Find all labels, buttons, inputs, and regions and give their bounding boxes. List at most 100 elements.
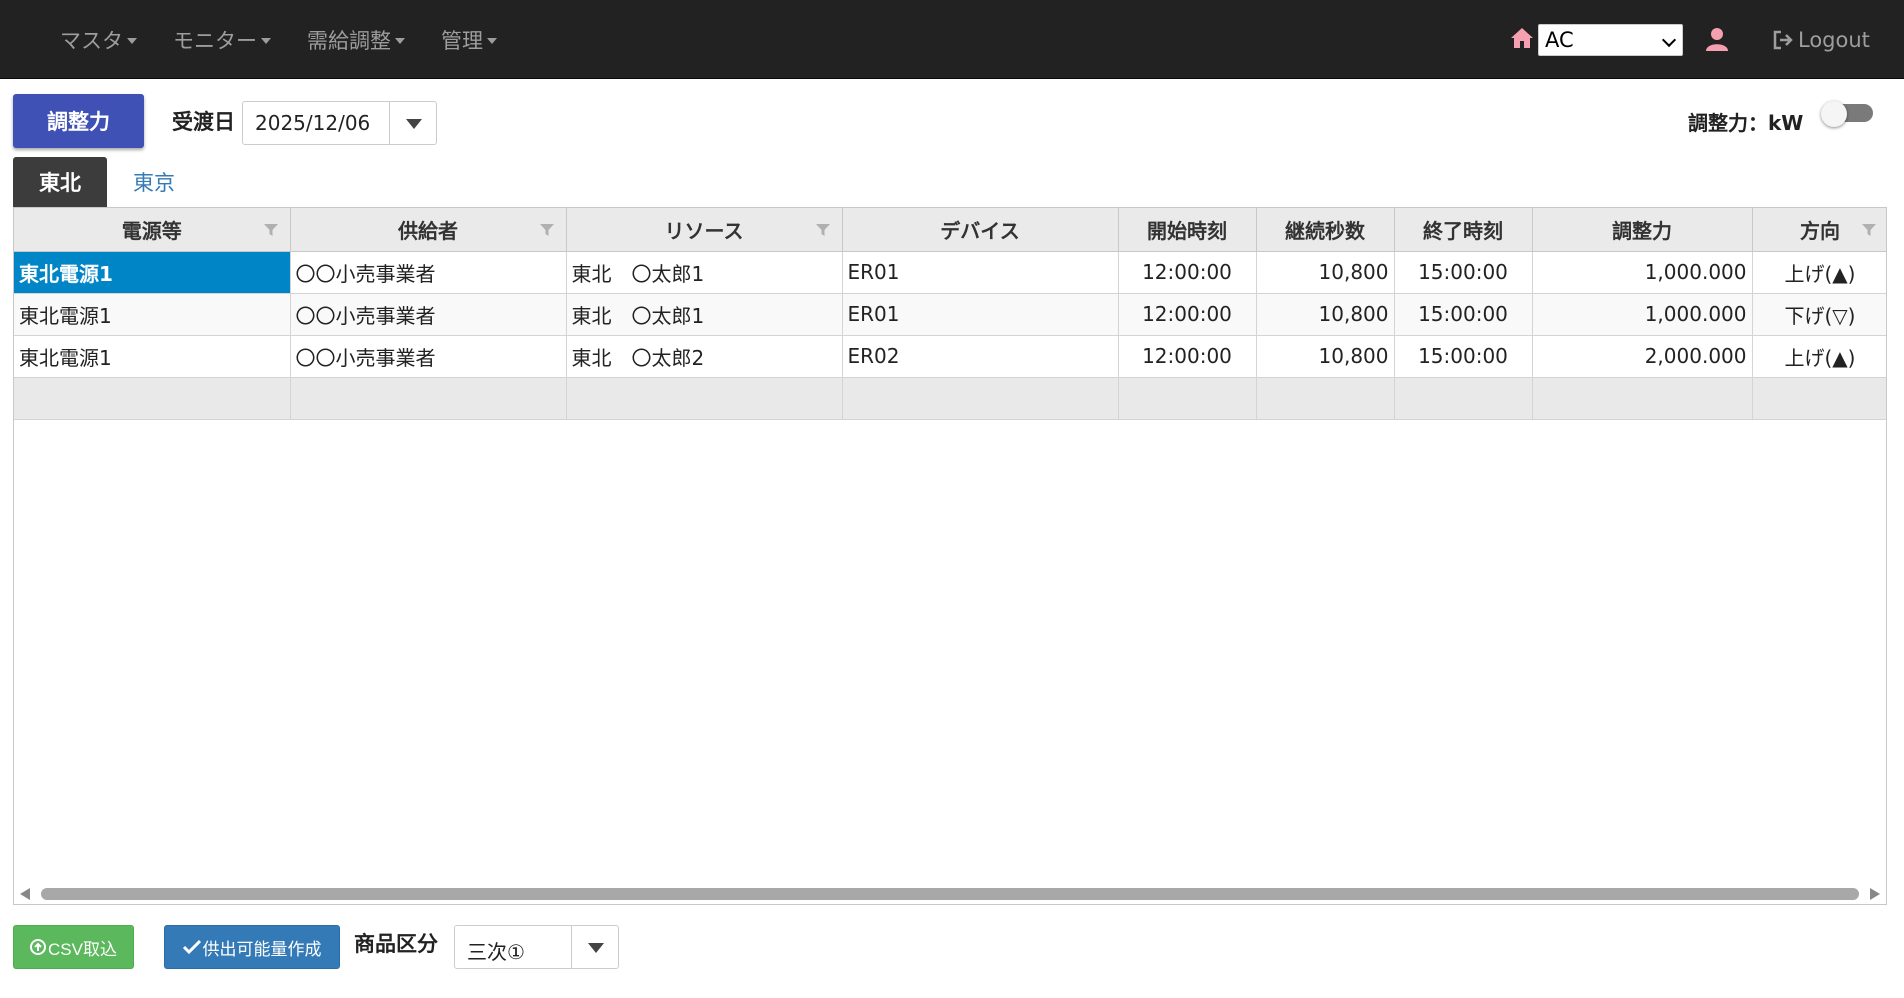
chevron-down-icon — [1661, 32, 1677, 48]
delivery-date-value: 2025/12/06 — [255, 111, 371, 135]
column-header-source[interactable]: 電源等 — [14, 208, 291, 252]
caret-down-icon — [395, 38, 405, 44]
caret-down-icon — [487, 38, 497, 44]
cell-direction[interactable]: 下げ(▽) — [1752, 293, 1886, 336]
column-header-label: リソース — [664, 218, 744, 243]
nav-menu-admin-label: 管理 — [441, 28, 483, 53]
column-header-resource[interactable]: リソース — [566, 208, 843, 252]
cell-supplier[interactable]: 〇〇小売事業者 — [290, 335, 567, 378]
unit-toggle[interactable] — [1821, 101, 1873, 127]
logout-link[interactable]: Logout — [1772, 24, 1870, 56]
cell-end[interactable]: 15:00:00 — [1394, 293, 1533, 336]
table-row[interactable]: 東北電源1 〇〇小売事業者 東北 〇太郎1 ER01 12:00:00 10,8… — [14, 251, 1886, 294]
tab-tokyo[interactable]: 東京 — [107, 157, 201, 207]
filter-icon[interactable] — [1861, 223, 1876, 237]
scroll-left-icon[interactable] — [20, 888, 30, 900]
column-header-label: 調整力 — [1612, 218, 1672, 243]
date-dropdown-button[interactable] — [389, 102, 436, 144]
tab-tohoku[interactable]: 東北 — [13, 157, 107, 207]
product-dropdown-button[interactable] — [571, 926, 618, 968]
cell-empty[interactable] — [1256, 377, 1395, 420]
nav-menu: マスタ モニター 需給調整 管理 — [42, 0, 515, 79]
cell-start[interactable]: 12:00:00 — [1118, 335, 1257, 378]
filter-icon[interactable] — [263, 223, 278, 237]
cell-duration[interactable]: 10,800 — [1256, 251, 1395, 294]
logout-icon — [1773, 30, 1793, 50]
org-select[interactable]: AC — [1538, 24, 1683, 56]
cell-capacity[interactable]: 1,000.000 — [1532, 293, 1753, 336]
cell-device[interactable]: ER01 — [842, 293, 1119, 336]
cell-supplier[interactable]: 〇〇小売事業者 — [290, 293, 567, 336]
column-header-device[interactable]: デバイス — [842, 208, 1119, 252]
cell-resource[interactable]: 東北 〇太郎1 — [566, 251, 843, 294]
csv-import-button[interactable]: CSV取込 — [13, 925, 134, 969]
data-grid[interactable]: 電源等 供給者 リソース デバイス 開始時刻 継続秒数 終了時刻 調整力 方向 … — [13, 207, 1887, 905]
column-header-start[interactable]: 開始時刻 — [1118, 208, 1257, 252]
column-header-end[interactable]: 終了時刻 — [1394, 208, 1533, 252]
cell-start[interactable]: 12:00:00 — [1118, 251, 1257, 294]
cell-source[interactable]: 東北電源1 — [14, 335, 291, 378]
cell-resource[interactable]: 東北 〇太郎1 — [566, 293, 843, 336]
column-header-label: 電源等 — [121, 218, 182, 243]
cell-supplier[interactable]: 〇〇小売事業者 — [290, 251, 567, 294]
nav-menu-monitor[interactable]: モニター — [155, 25, 289, 55]
caret-down-icon — [127, 38, 137, 44]
scroll-right-icon[interactable] — [1870, 888, 1880, 900]
triangle-down-icon — [406, 119, 422, 129]
cell-device[interactable]: ER01 — [842, 251, 1119, 294]
filter-icon[interactable] — [815, 223, 830, 237]
column-header-label: デバイス — [940, 218, 1020, 243]
column-header-supplier[interactable]: 供給者 — [290, 208, 567, 252]
cell-empty[interactable] — [842, 377, 1119, 420]
cell-empty[interactable] — [1118, 377, 1257, 420]
cell-capacity[interactable]: 2,000.000 — [1532, 335, 1753, 378]
nav-menu-supply-demand[interactable]: 需給調整 — [289, 25, 423, 55]
horizontal-scrollbar[interactable] — [14, 884, 1886, 904]
column-header-label: 方向 — [1800, 218, 1840, 243]
column-header-duration[interactable]: 継続秒数 — [1256, 208, 1395, 252]
new-row[interactable] — [14, 377, 1886, 420]
toggle-knob — [1821, 101, 1847, 127]
delivery-date-label: 受渡日 — [172, 110, 235, 134]
adjust-button[interactable]: 調整力 — [13, 94, 144, 148]
cell-end[interactable]: 15:00:00 — [1394, 335, 1533, 378]
product-category-select[interactable]: 三次① — [454, 925, 619, 969]
column-header-direction[interactable]: 方向 — [1752, 208, 1886, 252]
logout-label: Logout — [1798, 28, 1870, 52]
cell-device[interactable]: ER02 — [842, 335, 1119, 378]
user-icon[interactable] — [1706, 27, 1728, 51]
table-row[interactable]: 東北電源1 〇〇小売事業者 東北 〇太郎1 ER01 12:00:00 10,8… — [14, 293, 1886, 336]
product-category-label: 商品区分 — [354, 932, 438, 956]
table-row[interactable]: 東北電源1 〇〇小売事業者 東北 〇太郎2 ER02 12:00:00 10,8… — [14, 335, 1886, 378]
filter-icon[interactable] — [539, 223, 554, 237]
create-capacity-button[interactable]: 供出可能量作成 — [164, 925, 340, 969]
nav-menu-master[interactable]: マスタ — [42, 25, 155, 55]
column-header-label: 供給者 — [398, 218, 458, 243]
cell-empty[interactable] — [1394, 377, 1533, 420]
product-category-value: 三次① — [467, 940, 525, 964]
cell-duration[interactable]: 10,800 — [1256, 335, 1395, 378]
cell-duration[interactable]: 10,800 — [1256, 293, 1395, 336]
cell-source[interactable]: 東北電源1 — [14, 251, 291, 294]
cell-empty[interactable] — [1532, 377, 1753, 420]
home-icon[interactable] — [1510, 26, 1534, 50]
nav-menu-supply-demand-label: 需給調整 — [307, 28, 391, 53]
cell-resource[interactable]: 東北 〇太郎2 — [566, 335, 843, 378]
cell-empty[interactable] — [290, 377, 567, 420]
cell-source[interactable]: 東北電源1 — [14, 293, 291, 336]
column-header-label: 終了時刻 — [1423, 218, 1503, 243]
cell-empty[interactable] — [566, 377, 843, 420]
nav-menu-admin[interactable]: 管理 — [423, 25, 515, 55]
cell-end[interactable]: 15:00:00 — [1394, 251, 1533, 294]
column-header-capacity[interactable]: 調整力 — [1532, 208, 1753, 252]
cell-empty[interactable] — [14, 377, 291, 420]
cell-capacity[interactable]: 1,000.000 — [1532, 251, 1753, 294]
upload-circle-icon — [30, 939, 47, 955]
cell-direction[interactable]: 上げ(▲) — [1752, 335, 1886, 378]
cell-empty[interactable] — [1752, 377, 1886, 420]
cell-start[interactable]: 12:00:00 — [1118, 293, 1257, 336]
navbar: マスタ モニター 需給調整 管理 AC Logout — [0, 0, 1904, 79]
delivery-date-picker[interactable]: 2025/12/06 — [242, 101, 437, 145]
scrollbar-thumb[interactable] — [41, 888, 1859, 900]
cell-direction[interactable]: 上げ(▲) — [1752, 251, 1886, 294]
